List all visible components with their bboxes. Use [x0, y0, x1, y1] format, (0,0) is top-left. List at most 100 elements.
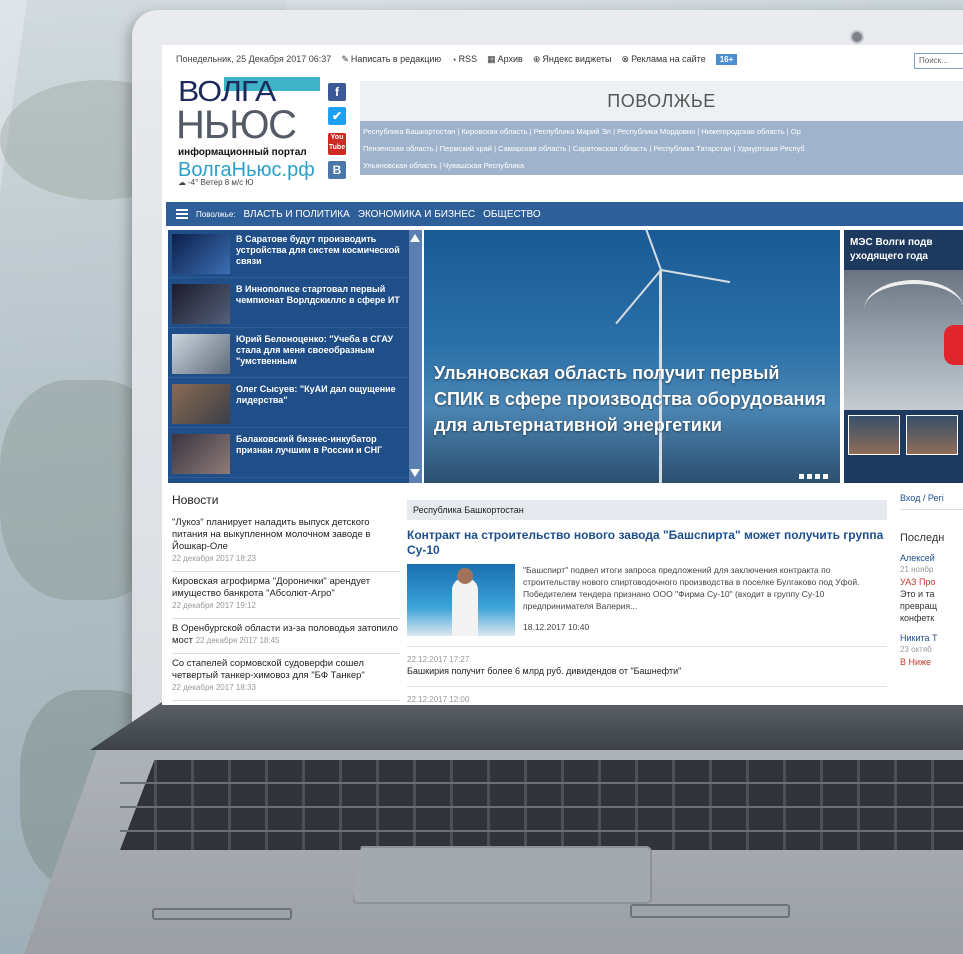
- news-column: Новости "Лукоз" планирует наладить выпус…: [172, 493, 400, 701]
- rss-link[interactable]: ◔ RSS: [451, 54, 477, 65]
- news-thumbnail: [172, 434, 230, 474]
- region-link[interactable]: Республика Башкортостан: [363, 127, 455, 136]
- hero-section: В Саратове будут производить устройства …: [168, 230, 963, 483]
- comment-text: Это и та превращ конфетк: [900, 589, 938, 623]
- video-thumbnail[interactable]: [848, 415, 900, 455]
- nav-item-society[interactable]: ОБЩЕСТВО: [483, 209, 541, 220]
- person-head: [457, 568, 473, 584]
- side-news-item[interactable]: В Иннополисе стартовал первый чемпионат …: [168, 280, 408, 328]
- brief-title: Башкирия получит более 6 млрд руб. дивид…: [407, 666, 682, 676]
- featured-slide[interactable]: Ульяновская область получит первый СПИК …: [424, 230, 840, 483]
- link-label: Реклама на сайте: [631, 54, 706, 64]
- region-link[interactable]: Саратовская область: [573, 144, 648, 153]
- side-news-item[interactable]: Балаковский бизнес-инкубатор признан луч…: [168, 430, 408, 478]
- facebook-icon[interactable]: f: [328, 83, 346, 101]
- side-news-item[interactable]: В Саратове будут производить устройства …: [168, 230, 408, 278]
- region-link[interactable]: Удмуртская Респуб: [738, 144, 805, 153]
- article-time: 18.12.2017 10:40: [523, 622, 590, 632]
- side-news-title: В Иннополисе стартовал первый чемпионат …: [236, 284, 400, 305]
- laptop-hinge: [90, 702, 963, 750]
- article-title[interactable]: Контракт на строительство нового завода …: [407, 528, 887, 558]
- login-link[interactable]: Вход / Регі: [900, 493, 963, 510]
- key-row-divider: [120, 806, 963, 808]
- weather-text: -4° Ветер 8 м/с Ю: [188, 178, 254, 187]
- comment-item[interactable]: Никита Т 23 октяб В Ниже: [900, 632, 963, 668]
- slider-dot[interactable]: [823, 474, 828, 479]
- side-news-title: Балаковский бизнес-инкубатор признан луч…: [236, 434, 383, 455]
- brief-date: 22.12.2017 12:00: [407, 695, 470, 704]
- rss-icon: ◔: [451, 54, 457, 65]
- news-item[interactable]: Со стапелей сормовской судоверфи сошел ч…: [172, 654, 400, 701]
- region-link[interactable]: Ульяновская область: [363, 161, 437, 170]
- right-feature[interactable]: МЭС Волги подв уходящего года: [844, 230, 963, 483]
- news-item[interactable]: "Лукоз" планирует наладить выпуск детско…: [172, 513, 400, 572]
- side-news-item[interactable]: Юрий Белоноценко: "Учеба в СГАУ стала дл…: [168, 330, 408, 378]
- scroll-up-icon[interactable]: [410, 234, 420, 242]
- category-label[interactable]: Республика Башкортостан: [407, 500, 887, 520]
- news-item[interactable]: Кировская агрофирма "Доронички" арендует…: [172, 572, 400, 619]
- article-body: "Башспирт" подвел итоги запроса предложе…: [407, 564, 887, 636]
- news-title: Со стапелей сормовской судоверфи сошел ч…: [172, 658, 365, 681]
- archive-link[interactable]: ▦ Архив: [487, 54, 523, 65]
- region-link[interactable]: Чувашская Республика: [443, 161, 524, 170]
- region-link[interactable]: Республика Татарстан: [653, 144, 731, 153]
- link-label: Яндекс виджеты: [542, 54, 612, 64]
- news-date: 22 декабря 2017 19:12: [172, 601, 256, 610]
- brief-item[interactable]: 22.12.2017 17:27 Башкирия получит более …: [407, 646, 887, 676]
- nav-item-politics[interactable]: ВЛАСТЬ И ПОЛИТИКА: [244, 209, 350, 220]
- yandex-widgets-link[interactable]: ⊕ Яндекс виджеты: [533, 54, 612, 65]
- youtube-icon[interactable]: You Tube: [328, 133, 346, 155]
- slider-dot[interactable]: [807, 474, 812, 479]
- featured-headline[interactable]: Ульяновская область получит первый СПИК …: [434, 360, 834, 438]
- menu-icon[interactable]: [176, 209, 188, 219]
- video-thumbnail[interactable]: [906, 415, 958, 455]
- nav-item-economy[interactable]: ЭКОНОМИКА И БИЗНЕС: [358, 209, 475, 220]
- region-link[interactable]: Пензенская область: [363, 144, 434, 153]
- link-label: Архив: [497, 54, 523, 64]
- weather-widget: ☁ -4° Ветер 8 м/с Ю: [178, 178, 253, 187]
- center-article: Республика Башкортостан Контракт на стро…: [407, 500, 887, 705]
- comment-topic: УАЗ Про: [900, 577, 936, 587]
- last-comments-heading: Последн: [900, 532, 945, 544]
- logo-tagline: информационный портал: [178, 147, 307, 158]
- region-panel: ПОВОЛЖЬЕ Республика Башкортостан | Киров…: [360, 81, 963, 175]
- vk-icon[interactable]: В: [328, 161, 346, 179]
- comment-item[interactable]: Алексей 21 ноябр УАЗ Про Это и та превра…: [900, 552, 963, 624]
- calendar-icon: ▦: [487, 54, 496, 65]
- side-news-title: Юрий Белоноценко: "Учеба в СГАУ стала дл…: [236, 334, 394, 366]
- comment-date: 23 октяб: [900, 645, 932, 654]
- scroll-down-icon[interactable]: [410, 469, 420, 477]
- news-date: 22 декабря 2017 18:45: [195, 636, 280, 645]
- article-image[interactable]: [407, 564, 515, 636]
- advertising-link[interactable]: ⊗ Реклама на сайте: [622, 54, 706, 65]
- laptop-keyboard: [120, 760, 963, 850]
- side-news-scrollbar[interactable]: [409, 230, 422, 483]
- laptop-port: [630, 904, 790, 918]
- turbine-blade: [660, 269, 731, 284]
- write-editor-link[interactable]: ✎ Написать в редакцию: [341, 54, 441, 65]
- region-link[interactable]: Кировская область: [461, 127, 527, 136]
- news-item[interactable]: В Оренбургской области из-за половодья з…: [172, 619, 400, 654]
- region-link[interactable]: Нижегородская область: [701, 127, 784, 136]
- twitter-icon[interactable]: ✔: [328, 107, 346, 125]
- region-link[interactable]: Самарская область: [498, 144, 566, 153]
- brief-item[interactable]: 22.12.2017 12:00: [407, 686, 887, 704]
- link-label: RSS: [458, 54, 478, 64]
- news-title: Кировская агрофирма "Доронички" арендует…: [172, 576, 371, 599]
- site-logo[interactable]: ВОЛГА НЬЮС информационный портал ВолгаНь…: [176, 73, 320, 183]
- region-link[interactable]: Ор: [791, 127, 801, 136]
- comment-author: Никита Т: [900, 633, 938, 643]
- search-input[interactable]: Поиск...: [914, 53, 963, 69]
- turbine-blade: [636, 230, 662, 271]
- current-date: Понедельник, 25 Декабря 2017 06:37: [176, 54, 332, 64]
- slider-dot[interactable]: [799, 474, 804, 479]
- comment-author: Алексей: [900, 553, 935, 563]
- region-link[interactable]: Пермский край: [440, 144, 492, 153]
- news-thumbnail: [172, 284, 230, 324]
- side-news-item[interactable]: Олег Сысуев: "КуАИ дал ощущение лидерств…: [168, 380, 408, 428]
- slider-dot[interactable]: [815, 474, 820, 479]
- right-feature-title: МЭС Волги подв уходящего года: [850, 237, 933, 262]
- age-rating-badge: 16+: [715, 54, 738, 66]
- region-link[interactable]: Республика Мордовия: [617, 127, 695, 136]
- region-link[interactable]: Республика Марий Эл: [534, 127, 611, 136]
